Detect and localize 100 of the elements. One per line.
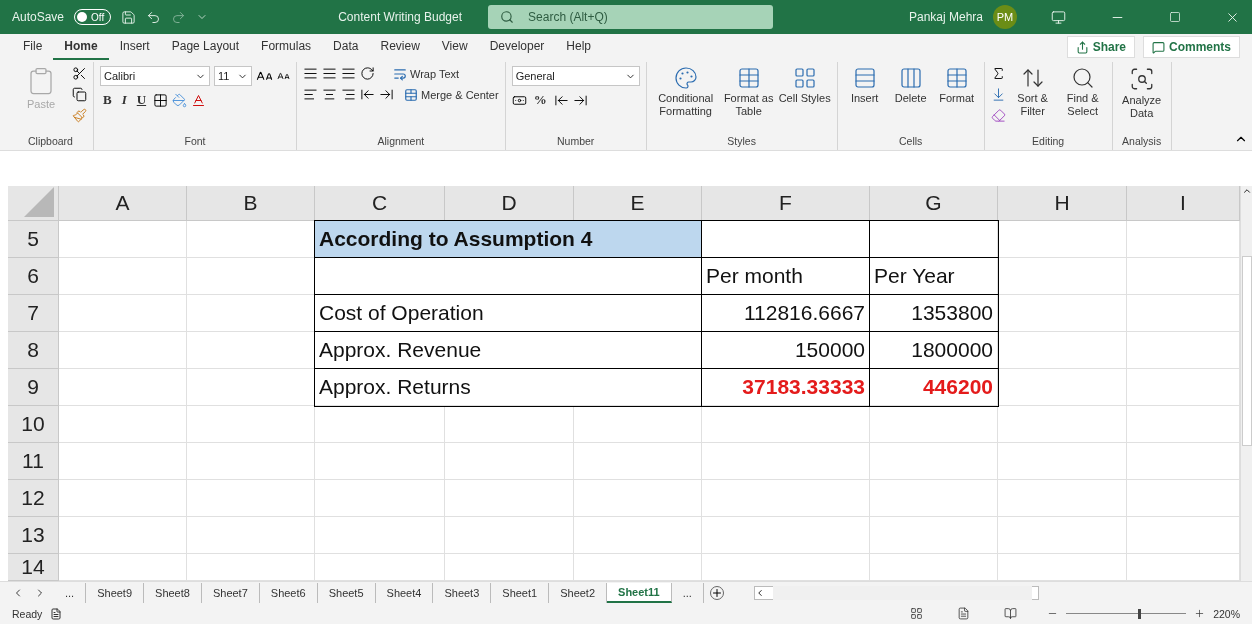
ribbon-display-icon[interactable] [1051,9,1066,25]
styles-button[interactable]: Cell Styles [778,66,831,106]
borders-icon[interactable] [153,92,169,108]
menu-tab[interactable]: View [430,35,479,60]
menu-tab[interactable]: Page Layout [160,35,251,60]
scroll-thumb[interactable] [1241,256,1252,446]
decrease-indent-icon[interactable] [360,87,375,102]
styles-button[interactable]: Format as Table [722,66,775,119]
top-align-icon[interactable] [303,66,318,81]
fill-color-icon[interactable] [172,92,188,108]
font-style-button[interactable]: B [100,92,115,108]
column-header[interactable]: D [445,186,574,221]
save-icon[interactable] [121,9,137,25]
row-header[interactable]: 9 [8,369,59,406]
row-header[interactable]: 10 [8,406,59,443]
sheet-tab[interactable]: Sheet7 [201,582,260,603]
font-name-field[interactable]: Calibri [100,66,210,86]
sheet-tab[interactable]: Sheet5 [317,582,376,603]
cut-icon[interactable] [72,66,87,81]
sheet-tab[interactable]: Sheet11 [607,582,672,603]
row-header[interactable]: 6 [8,258,59,295]
bottom-align-icon[interactable] [341,66,356,81]
row-header[interactable]: 12 [8,480,59,517]
group-label: Cells [898,135,924,149]
row-header[interactable]: 14 [8,554,59,581]
undo-icon[interactable] [146,9,162,25]
sheet-tab[interactable]: Sheet9 [86,582,145,603]
analyze-data-button[interactable]: Analyze Data [1118,66,1165,121]
middle-align-icon[interactable] [322,66,337,81]
font-size-field[interactable]: 11 [214,66,252,86]
cells-button[interactable]: Insert [843,66,886,106]
page-layout-icon[interactable] [957,607,971,620]
table-cell: 1353800 [870,295,998,332]
increase-indent-icon[interactable] [379,87,394,102]
merge-center-button[interactable]: Merge & Center [404,87,499,102]
menu-tab[interactable]: Help [555,35,602,60]
menu-tab[interactable]: Insert [108,35,161,60]
restore-icon[interactable] [1169,11,1181,23]
align-left-icon[interactable] [303,87,318,102]
menu-tab[interactable]: Review [369,35,431,60]
comments-button[interactable]: Comments [1143,36,1240,58]
align-center-icon[interactable] [322,87,337,102]
menu-tab[interactable]: Formulas [250,35,323,60]
row-header[interactable]: 7 [8,295,59,332]
column-header[interactable]: F [702,186,870,221]
sheet-tab[interactable]: ... [671,582,704,603]
column-header[interactable]: A [59,186,187,221]
menu-tab[interactable]: Data [322,35,370,60]
align-right-icon[interactable] [341,87,356,102]
sheet-tab[interactable]: ... [54,582,87,603]
column-header[interactable]: B [187,186,315,221]
search-placeholder: Search (Alt+Q) [528,10,608,24]
row-header[interactable]: 13 [8,517,59,554]
editing-button[interactable]: Sort & Filter [1009,66,1056,119]
font-color-icon[interactable] [191,92,207,108]
search-field[interactable]: Search (Alt+Q) [488,5,774,29]
table-cell: 150000 [702,332,870,369]
sheet-tab[interactable]: Sheet1 [491,582,550,603]
wrap-text-button[interactable]: Wrap Text [393,66,460,81]
conditional-format-icon [673,66,698,90]
percent-button[interactable]: % [530,92,550,108]
autosave-label: AutoSave [12,10,65,24]
column-header[interactable]: C [315,186,445,221]
column-header[interactable]: G [870,186,998,221]
font-style-button[interactable]: I [118,92,130,108]
menu-tab[interactable]: Developer [478,35,556,60]
normal-view-icon[interactable] [910,607,924,620]
share-button[interactable]: Share [1066,36,1135,58]
column-header[interactable]: H [998,186,1127,221]
sheet-tab[interactable]: Sheet8 [144,582,202,603]
table-cell: Per Year [870,258,998,295]
column-header[interactable]: E [574,186,702,221]
cells-button[interactable]: Format [935,66,978,106]
user-avatar[interactable]: PM [993,5,1017,29]
row-header[interactable]: 5 [8,221,59,258]
group-label: Font [183,135,207,149]
column-header[interactable]: I [1127,186,1240,221]
row-header[interactable]: 8 [8,332,59,369]
scroll-up-icon[interactable] [1241,186,1252,196]
font-style-button[interactable]: U [133,92,150,108]
clear-icon[interactable] [990,108,1006,123]
sheet-tab[interactable]: Sheet4 [375,582,434,603]
sheet-tab[interactable]: Sheet3 [433,582,492,603]
menu-tab[interactable]: File [12,35,54,60]
sheet-tab[interactable]: Sheet6 [259,582,318,603]
orientation-icon[interactable] [360,66,375,81]
copy-icon[interactable] [72,87,87,102]
zoom-in-icon[interactable] [1194,608,1206,619]
merge-icon [404,87,418,102]
document-title[interactable]: Content Writing Budget [338,10,463,24]
row-header[interactable]: 11 [8,443,59,480]
vertical-scrollbar[interactable] [1240,186,1252,581]
cells-button[interactable]: Delete [889,66,932,106]
editing-button[interactable]: Find & Select [1059,66,1106,119]
comment-icon [1152,40,1165,54]
number-format-field[interactable]: General [511,66,640,86]
page-break-icon[interactable] [1004,607,1018,620]
zoom-thumb[interactable] [1138,608,1142,619]
styles-button[interactable]: Conditional Formatting [652,66,719,119]
group-label: Clipboard [27,135,74,149]
